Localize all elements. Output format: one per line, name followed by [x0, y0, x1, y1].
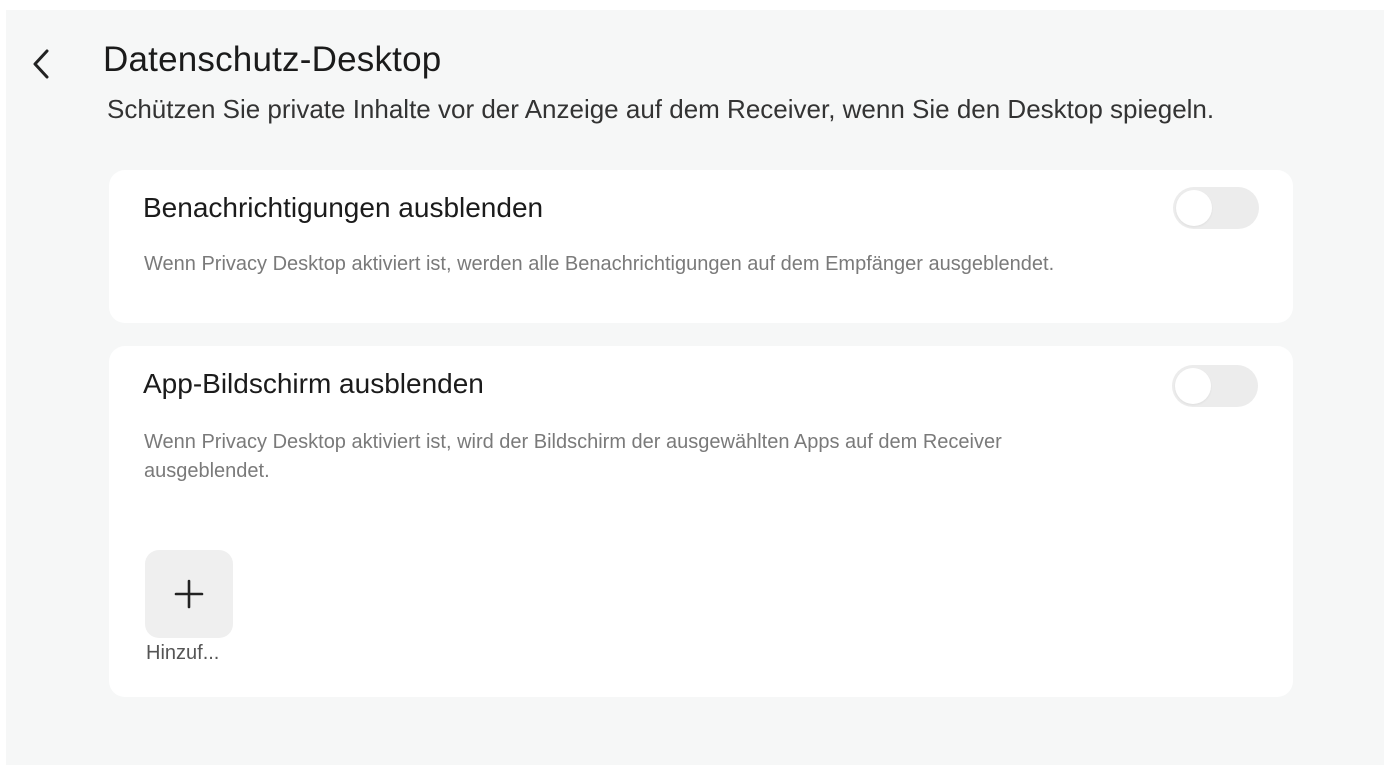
toggle-knob: [1176, 190, 1212, 226]
hide-app-screen-toggle[interactable]: [1172, 365, 1258, 407]
back-button[interactable]: [28, 46, 56, 82]
plus-icon: [174, 579, 204, 609]
toggle-knob: [1175, 368, 1211, 404]
hide-app-screen-description: Wenn Privacy Desktop aktiviert ist, wird…: [144, 431, 1002, 482]
hide-app-screen-card: App-Bildschirm ausblenden Wenn Privacy D…: [109, 346, 1293, 697]
page-title: Datenschutz-Desktop: [103, 40, 442, 79]
hide-notifications-card: Benachrichtigungen ausblenden Wenn Priva…: [109, 170, 1293, 323]
chevron-left-icon: [33, 49, 49, 79]
hide-app-screen-title: App-Bildschirm ausblenden: [143, 368, 484, 399]
page-subtitle: Schützen Sie private Inhalte vor der Anz…: [107, 94, 1215, 124]
add-app-button[interactable]: [145, 550, 233, 638]
hide-notifications-description: Wenn Privacy Desktop aktiviert ist, werd…: [144, 253, 1055, 275]
add-app-label: Hinzuf...: [146, 642, 220, 664]
hide-notifications-title: Benachrichtigungen ausblenden: [143, 192, 544, 223]
hide-notifications-toggle[interactable]: [1173, 187, 1259, 229]
privacy-desktop-settings-window: Datenschutz-Desktop Schützen Sie private…: [6, 10, 1384, 765]
